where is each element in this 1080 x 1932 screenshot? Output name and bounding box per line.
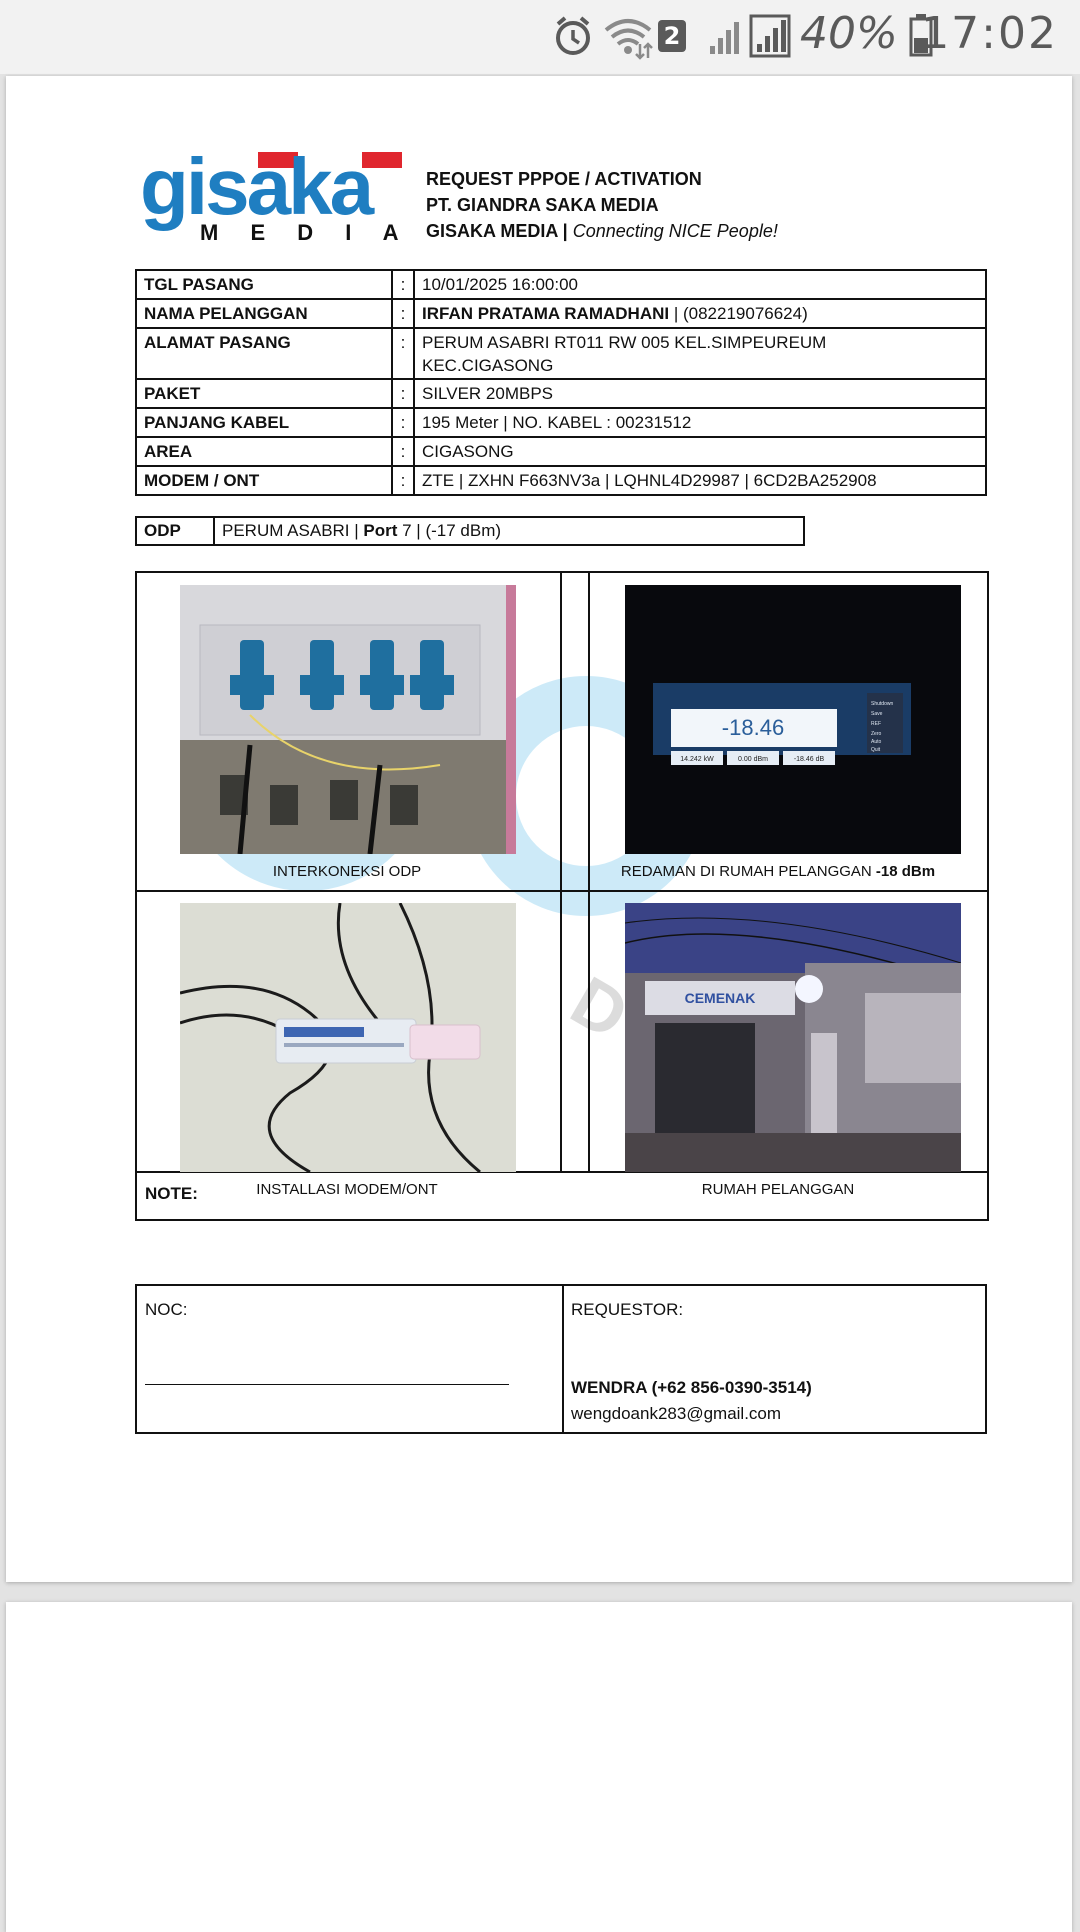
meter-sub-3: -18.46 dB <box>794 756 825 763</box>
meter-menu-item: Auto <box>871 739 882 745</box>
table-row: PANJANG KABEL : 195 Meter | NO. KABEL : … <box>135 407 987 438</box>
tgl-pasang-value: 10/01/2025 16:00:00 <box>413 269 987 300</box>
logo-subtitle: M E D I A <box>200 220 412 244</box>
requestor-label: REQUESTOR: <box>571 1300 684 1319</box>
paket-label: PAKET <box>135 378 393 409</box>
meter-menu-item: Zero <box>871 731 882 737</box>
table-row: MODEM / ONT : ZTE | ZXHN F663NV3a | LQHN… <box>135 465 987 496</box>
caption-interkoneksi-odp: INTERKONEKSI ODP <box>272 863 422 880</box>
odp-port-value: 7 | (-17 dBm) <box>397 521 502 540</box>
header-brand-line: GISAKA MEDIA | Connecting NICE People! <box>426 218 778 244</box>
colon: : <box>391 378 415 409</box>
photo-rumah-pelanggan: CEMENAK <box>625 903 961 1172</box>
note-label: NOTE: <box>145 1184 198 1203</box>
area-label: AREA <box>135 436 393 467</box>
header-company: PT. GIANDRA SAKA MEDIA <box>426 195 659 215</box>
wifi-icon <box>604 19 653 60</box>
table-row: ALAMAT PASANG : PERUM ASABRI RT011 RW 00… <box>135 327 987 380</box>
photo-interkoneksi-odp <box>180 585 516 854</box>
header-brand: GISAKA MEDIA | <box>426 221 573 241</box>
meter-menu-item: Save <box>871 711 883 717</box>
cell-signal-icon <box>710 22 739 54</box>
sim-badge-number: 2 <box>663 22 681 50</box>
cell-signal-icon <box>749 14 791 58</box>
caption-redaman-text: REDAMAN DI RUMAH PELANGGAN <box>620 863 876 880</box>
customer-info-table: TGL PASANG : 10/01/2025 16:00:00 NAMA PE… <box>135 269 987 496</box>
status-bar: 2 40% 17:02 <box>0 0 1080 74</box>
header-title: REQUEST PPPOE / ACTIVATION <box>426 169 702 189</box>
header-tagline: Connecting NICE People! <box>572 221 778 241</box>
colon: : <box>391 269 415 300</box>
noc-signature-line <box>145 1384 509 1385</box>
meter-sub-1: 14.242 kW <box>680 756 714 763</box>
panjang-kabel-value: 195 Meter | NO. KABEL : 00231512 <box>413 407 987 438</box>
nama-pelanggan-label: NAMA PELANGGAN <box>135 298 393 329</box>
tgl-pasang-label: TGL PASANG <box>135 269 393 300</box>
paket-value: SILVER 20MBPS <box>413 378 987 409</box>
table-row: TGL PASANG : 10/01/2025 16:00:00 <box>135 269 987 300</box>
logo-wordmark: gisaka <box>140 148 375 231</box>
table-row: PAKET : SILVER 20MBPS <box>135 378 987 409</box>
photo-redaman: -18.46 14.242 kW 0.00 dBm -18.46 dB Shut… <box>625 585 961 854</box>
document-header: REQUEST PPPOE / ACTIVATION PT. GIANDRA S… <box>426 166 778 244</box>
address-line-1: PERUM ASABRI RT011 RW 005 KEL.SIMPEUREUM <box>422 333 827 352</box>
odp-port-label: Port <box>363 521 398 540</box>
document-page-2 <box>6 1602 1072 1932</box>
meter-sub-2: 0.00 dBm <box>738 756 768 763</box>
alamat-pasang-label: ALAMAT PASANG <box>135 327 393 380</box>
colon: : <box>391 465 415 496</box>
colon: : <box>391 436 415 467</box>
battery-percent: 40% <box>800 8 898 59</box>
sim-badge-icon: 2 <box>658 20 686 52</box>
modem-ont-value: ZTE | ZXHN F663NV3a | LQHNL4D29987 | 6CD… <box>413 465 987 496</box>
table-row: AREA : CIGASONG <box>135 436 987 467</box>
requestor-name: WENDRA (+62 856-0390-3514) <box>571 1378 812 1397</box>
document-page: E D gisaka M E D I A REQUEST PPPOE / ACT… <box>6 76 1072 1582</box>
caption-redaman: REDAMAN DI RUMAH PELANGGAN -18 dBm <box>568 863 988 880</box>
alamat-pasang-value: PERUM ASABRI RT011 RW 005 KEL.SIMPEUREUM… <box>413 327 987 380</box>
odp-location: PERUM ASABRI | <box>222 521 364 540</box>
area-value: CIGASONG <box>413 436 987 467</box>
colon: : <box>391 407 415 438</box>
requestor-email: wengdoank283@gmail.com <box>571 1404 782 1423</box>
meter-menu-item: Quit <box>871 747 881 753</box>
odp-table: ODP PERUM ASABRI | Port 7 | (-17 dBm) <box>135 516 805 546</box>
colon: : <box>391 298 415 329</box>
odp-label: ODP <box>135 516 215 546</box>
alarm-icon <box>556 16 590 55</box>
address-line-2: KEC.CIGASONG <box>422 356 554 375</box>
photo-grid: INTERKONEKSI ODP -18.46 14.242 kW 0.00 d… <box>135 571 989 1198</box>
note-box: NOTE: <box>135 1173 989 1221</box>
meter-reading: -18.46 <box>722 715 784 740</box>
modem-ont-label: MODEM / ONT <box>135 465 393 496</box>
nama-pelanggan-value: IRFAN PRATAMA RAMADHANI | (082219076624) <box>413 298 987 329</box>
table-row: NAMA PELANGGAN : IRFAN PRATAMA RAMADHANI… <box>135 298 987 329</box>
caption-redaman-value: -18 dBm <box>875 863 936 880</box>
customer-phone: | (082219076624) <box>669 304 808 323</box>
noc-label: NOC: <box>145 1300 188 1319</box>
house-sign: CEMENAK <box>685 990 756 1006</box>
odp-value: PERUM ASABRI | Port 7 | (-17 dBm) <box>213 516 805 546</box>
customer-name: IRFAN PRATAMA RAMADHANI <box>422 304 670 323</box>
panjang-kabel-label: PANJANG KABEL <box>135 407 393 438</box>
table-row: ODP PERUM ASABRI | Port 7 | (-17 dBm) <box>135 516 805 546</box>
meter-menu-item: Shutdown <box>871 701 893 707</box>
clock: 17:02 <box>921 8 1058 59</box>
colon: : <box>391 327 415 380</box>
company-logo: gisaka M E D I A <box>140 142 420 245</box>
meter-menu-item: REF <box>871 721 881 727</box>
photo-instalasi-modem <box>180 903 516 1172</box>
signature-box: NOC: REQUESTOR: WENDRA (+62 856-0390-351… <box>135 1284 987 1434</box>
